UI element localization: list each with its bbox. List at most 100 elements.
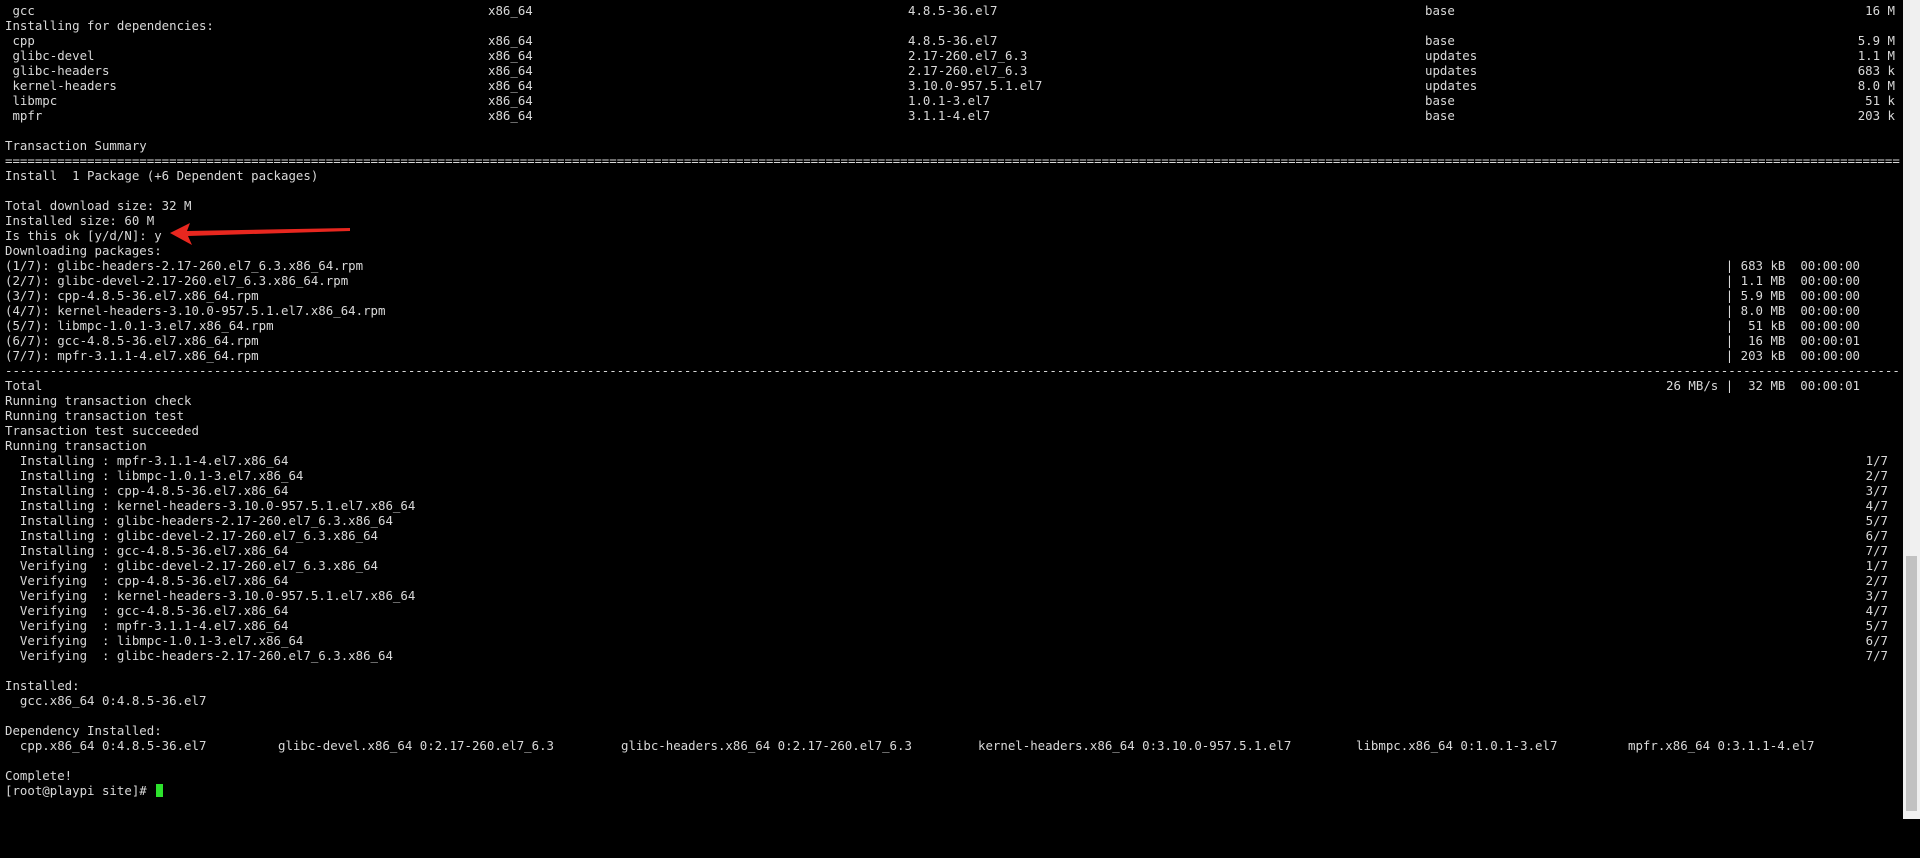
transaction-step: Verifying : gcc-4.8.5-36.el7.x86_64 4/7 xyxy=(5,603,1900,618)
download-name: (2/7): glibc-devel-2.17-260.el7_6.3.x86_… xyxy=(5,273,349,288)
dep-installed-item: glibc-headers.x86_64 0:2.17-260.el7_6.3 xyxy=(621,738,912,753)
total-stats: 26 MB/s | 32 MB 00:00:01 xyxy=(1666,378,1860,393)
step-count: 7/7 xyxy=(1865,543,1888,558)
step-text: Verifying : mpfr-3.1.1-4.el7.x86_64 xyxy=(5,618,289,633)
download-stats: | 683 kB 00:00:00 xyxy=(1725,258,1860,273)
package-arch: x86_64 xyxy=(488,3,533,18)
step-text: Installing : glibc-devel-2.17-260.el7_6.… xyxy=(5,528,378,543)
package-size: 683 k xyxy=(1857,63,1895,78)
step-count: 2/7 xyxy=(1865,468,1888,483)
step-count: 2/7 xyxy=(1865,573,1888,588)
download-stats: | 5.9 MB 00:00:00 xyxy=(1725,288,1860,303)
package-version: 4.8.5-36.el7 xyxy=(908,33,998,48)
package-repo: base xyxy=(1425,108,1455,123)
arrow-head xyxy=(170,223,350,245)
step-count: 1/7 xyxy=(1865,558,1888,573)
package-row: gcc x86_64 4.8.5-36.el7 base 16 M xyxy=(5,3,1900,18)
package-row: mpfr x86_64 3.1.1-4.el7 base 203 k xyxy=(5,108,1900,123)
step-text: Installing : mpfr-3.1.1-4.el7.x86_64 xyxy=(5,453,289,468)
transaction-step: Verifying : mpfr-3.1.1-4.el7.x86_64 5/7 xyxy=(5,618,1900,633)
package-repo: base xyxy=(1425,93,1455,108)
download-name: (5/7): libmpc-1.0.1-3.el7.x86_64.rpm xyxy=(5,318,274,333)
download-row: (7/7): mpfr-3.1.1-4.el7.x86_64.rpm | 203 … xyxy=(5,348,1900,363)
transaction-step: Verifying : glibc-headers-2.17-260.el7_6… xyxy=(5,648,1900,663)
double-rule: ========================================… xyxy=(5,153,1900,168)
package-arch: x86_64 xyxy=(488,63,533,78)
package-version: 2.17-260.el7_6.3 xyxy=(908,63,1028,78)
status-line: Running transaction check xyxy=(5,393,192,408)
package-arch: x86_64 xyxy=(488,48,533,63)
transaction-step: Verifying : glibc-devel-2.17-260.el7_6.3… xyxy=(5,558,1900,573)
dep-installed-item: mpfr.x86_64 0:3.1.1-4.el7 xyxy=(1628,738,1815,753)
total-label: Total xyxy=(5,378,43,393)
step-count: 5/7 xyxy=(1865,618,1888,633)
download-name: (3/7): cpp-4.8.5-36.el7.x86_64.rpm xyxy=(5,288,259,303)
step-text: Installing : libmpc-1.0.1-3.el7.x86_64 xyxy=(5,468,304,483)
dep-installed-item: kernel-headers.x86_64 0:3.10.0-957.5.1.e… xyxy=(978,738,1292,753)
dep-installed-item: libmpc.x86_64 0:1.0.1-3.el7 xyxy=(1356,738,1558,753)
dash-rule: ----------------------------------------… xyxy=(5,363,1900,378)
package-size: 8.0 M xyxy=(1857,78,1895,93)
download-stats: | 8.0 MB 00:00:00 xyxy=(1725,303,1860,318)
package-name: mpfr xyxy=(5,108,43,123)
package-size: 16 M xyxy=(1865,3,1895,18)
download-stats: | 1.1 MB 00:00:00 xyxy=(1725,273,1860,288)
step-text: Verifying : glibc-headers-2.17-260.el7_6… xyxy=(5,648,393,663)
terminal-window: { "deps_header": "Installing for depende… xyxy=(0,0,1920,819)
transaction-step: Installing : mpfr-3.1.1-4.el7.x86_64 1/7 xyxy=(5,453,1900,468)
package-arch: x86_64 xyxy=(488,93,533,108)
download-stats: | 51 kB 00:00:00 xyxy=(1725,318,1860,333)
package-row: kernel-headers x86_64 3.10.0-957.5.1.el7 up… xyxy=(5,78,1900,93)
package-version: 2.17-260.el7_6.3 xyxy=(908,48,1028,63)
package-repo: base xyxy=(1425,33,1455,48)
transaction-step: Verifying : libmpc-1.0.1-3.el7.x86_64 6/7 xyxy=(5,633,1900,648)
transaction-step: Installing : libmpc-1.0.1-3.el7.x86_64 2/… xyxy=(5,468,1900,483)
step-text: Installing : kernel-headers-3.10.0-957.5… xyxy=(5,498,416,513)
package-row: cpp x86_64 4.8.5-36.el7 base 5.9 M xyxy=(5,33,1900,48)
package-size: 1.1 M xyxy=(1857,48,1895,63)
scrollbar-thumb[interactable] xyxy=(1906,556,1917,811)
package-arch: x86_64 xyxy=(488,108,533,123)
terminal-output[interactable]: gcc x86_64 4.8.5-36.el7 base 16 M Instal… xyxy=(5,3,1900,798)
package-repo: updates xyxy=(1425,78,1478,93)
transaction-step: Verifying : kernel-headers-3.10.0-957.5.… xyxy=(5,588,1900,603)
package-name: cpp xyxy=(5,33,35,48)
vertical-scrollbar[interactable] xyxy=(1903,0,1920,819)
installed-label: Installed: xyxy=(5,678,80,693)
step-count: 5/7 xyxy=(1865,513,1888,528)
step-count: 6/7 xyxy=(1865,633,1888,648)
package-name: libmpc xyxy=(5,93,58,108)
download-row: (6/7): gcc-4.8.5-36.el7.x86_64.rpm | 16 M… xyxy=(5,333,1900,348)
download-name: (1/7): glibc-headers-2.17-260.el7_6.3.x8… xyxy=(5,258,364,273)
download-list: (1/7): glibc-headers-2.17-260.el7_6.3.x8… xyxy=(5,258,1900,363)
package-name: glibc-devel xyxy=(5,48,95,63)
download-stats: | 16 MB 00:00:01 xyxy=(1725,333,1860,348)
package-repo: base xyxy=(1425,3,1455,18)
step-text: Verifying : glibc-devel-2.17-260.el7_6.3… xyxy=(5,558,378,573)
step-text: Installing : gcc-4.8.5-36.el7.x86_64 xyxy=(5,543,289,558)
step-count: 7/7 xyxy=(1865,648,1888,663)
red-arrow-annotation xyxy=(170,223,350,245)
step-text: Installing : glibc-headers-2.17-260.el7_… xyxy=(5,513,393,528)
shell-prompt: [root@playpi site]# xyxy=(5,783,155,798)
download-name: (6/7): gcc-4.8.5-36.el7.x86_64.rpm xyxy=(5,333,259,348)
dependency-list: cpp x86_64 4.8.5-36.el7 base 5.9 M glibc-dev… xyxy=(5,33,1900,123)
step-count: 3/7 xyxy=(1865,588,1888,603)
package-arch: x86_64 xyxy=(488,78,533,93)
step-count: 4/7 xyxy=(1865,498,1888,513)
download-stats: | 203 kB 00:00:00 xyxy=(1725,348,1860,363)
dependency-installed-label: Dependency Installed: xyxy=(5,723,162,738)
package-name: glibc-headers xyxy=(5,63,110,78)
shell-prompt-line[interactable]: [root@playpi site]# xyxy=(5,783,1900,798)
status-line: Running transaction test xyxy=(5,408,185,423)
text-cursor xyxy=(156,784,164,797)
step-text: Verifying : gcc-4.8.5-36.el7.x86_64 xyxy=(5,603,289,618)
package-version: 1.0.1-3.el7 xyxy=(908,93,991,108)
download-name: (7/7): mpfr-3.1.1-4.el7.x86_64.rpm xyxy=(5,348,259,363)
package-name: gcc xyxy=(5,3,35,18)
transaction-step: Installing : kernel-headers-3.10.0-957.5… xyxy=(5,498,1900,513)
